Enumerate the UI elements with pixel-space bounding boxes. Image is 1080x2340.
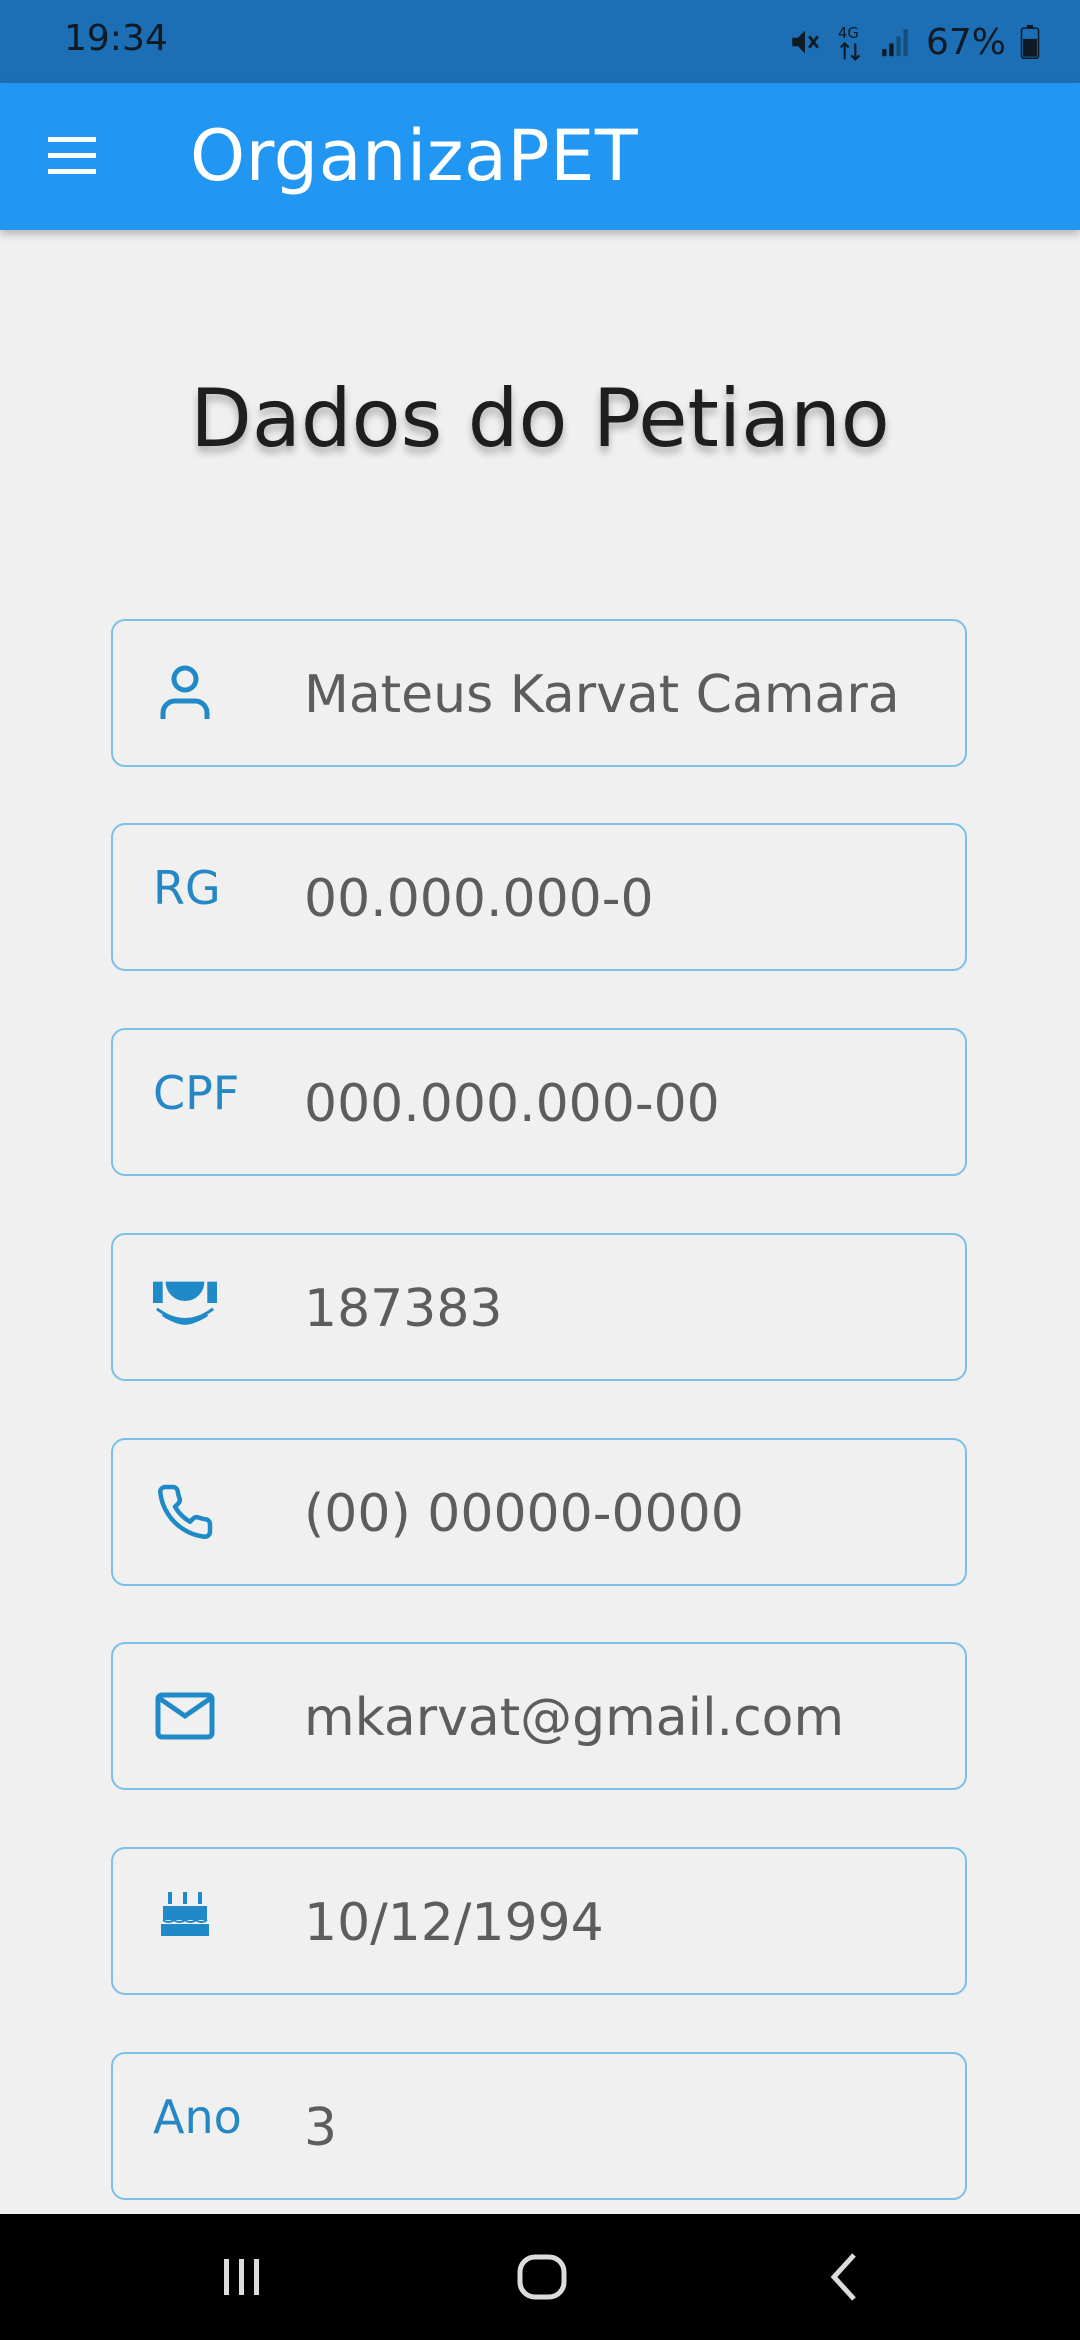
cake-icon (153, 1881, 217, 1945)
back-icon[interactable] (816, 2247, 876, 2307)
app-bar: OrganizaPET (0, 83, 1080, 230)
network-4g-icon: 4G (838, 25, 861, 61)
person-icon (153, 661, 217, 725)
birthday-value: 10/12/1994 (304, 1893, 604, 1953)
signal-icon (882, 29, 908, 57)
phone-field[interactable]: (00) 00000-0000 (111, 1438, 967, 1586)
app-title: OrganizaPET (190, 115, 639, 197)
email-icon (153, 1684, 217, 1748)
email-field[interactable]: mkarvat@gmail.com (111, 1642, 967, 1790)
year-label: Ano (153, 2090, 242, 2144)
university-logo-icon (153, 1271, 217, 1335)
year-value: 3 (304, 2098, 338, 2158)
battery-icon (1020, 25, 1040, 59)
home-icon[interactable] (512, 2247, 572, 2307)
cpf-field[interactable]: CPF 000.000.000-00 (111, 1028, 967, 1176)
birthday-field[interactable]: 10/12/1994 (111, 1847, 967, 1995)
phone-value: (00) 00000-0000 (304, 1484, 744, 1544)
status-icons: 4G 67% (788, 14, 1040, 70)
name-field[interactable]: Mateus Karvat Camara (111, 619, 967, 767)
mute-icon (792, 30, 819, 54)
rg-label: RG (153, 861, 221, 915)
year-field[interactable]: Ano 3 (111, 2052, 967, 2200)
cpf-label: CPF (153, 1066, 240, 1120)
cpf-value: 000.000.000-00 (304, 1074, 720, 1134)
menu-icon[interactable] (46, 133, 102, 179)
system-nav-bar (0, 2214, 1080, 2340)
phone-icon (153, 1480, 217, 1544)
recents-icon[interactable] (212, 2247, 272, 2307)
registration-field[interactable]: 187383 (111, 1233, 967, 1381)
name-value: Mateus Karvat Camara (304, 665, 900, 725)
svg-text:4G: 4G (838, 25, 859, 42)
email-value: mkarvat@gmail.com (304, 1688, 845, 1748)
battery-percent: 67% (925, 21, 1006, 63)
page-title: Dados do Petiano (190, 372, 890, 465)
rg-value: 00.000.000-0 (304, 869, 654, 929)
status-time: 19:34 (64, 18, 168, 59)
registration-value: 187383 (304, 1279, 503, 1339)
rg-field[interactable]: RG 00.000.000-0 (111, 823, 967, 971)
status-bar: 19:34 4G 67% (0, 0, 1080, 83)
